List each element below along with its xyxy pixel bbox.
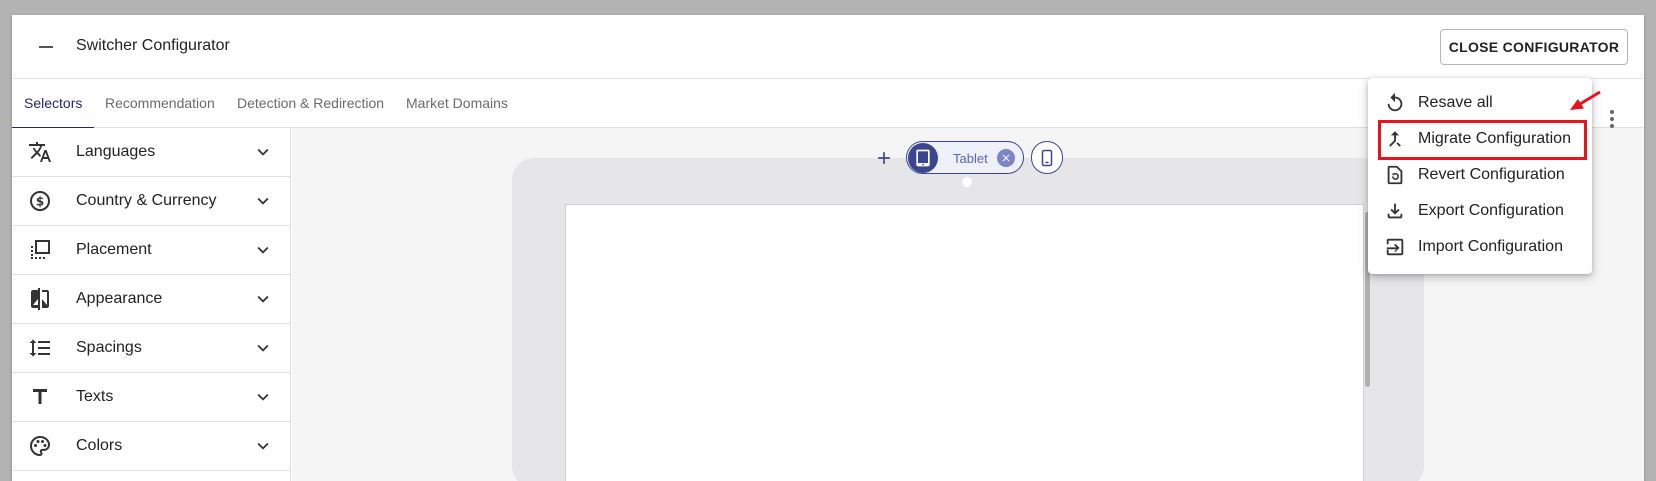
- accordion-appearance[interactable]: Appearance: [12, 275, 290, 324]
- tab-recommendation[interactable]: Recommendation: [105, 79, 215, 128]
- camera-dot: [962, 177, 972, 187]
- chevron-down-icon: [257, 442, 269, 450]
- svg-text:$: $: [36, 195, 44, 209]
- accordion-label: Languages: [76, 143, 156, 160]
- chevron-down-icon: [257, 295, 269, 303]
- options-menu: Resave all Migrate Configuration Revert …: [1368, 78, 1592, 274]
- minimize-icon: [39, 46, 53, 48]
- page-title: Switcher Configurator: [76, 37, 230, 54]
- menu-item-migrate-configuration[interactable]: Migrate Configuration: [1368, 120, 1592, 156]
- device-chip-label: Tablet: [953, 151, 988, 166]
- chevron-down-icon: [257, 148, 269, 156]
- accordion-placement[interactable]: Placement: [12, 226, 290, 275]
- merge-icon: [1389, 131, 1401, 147]
- accordion-colors[interactable]: Colors: [12, 422, 290, 471]
- import-icon: [1386, 238, 1404, 256]
- contrast-icon: [28, 287, 52, 311]
- add-device-icon[interactable]: [874, 148, 894, 168]
- accordion-texts[interactable]: Texts: [12, 373, 290, 422]
- file-restore-icon: [1387, 165, 1403, 185]
- placement-icon: [28, 238, 52, 262]
- menu-item-export-configuration[interactable]: Export Configuration: [1368, 192, 1592, 228]
- menu-item-resave-all[interactable]: Resave all: [1368, 84, 1592, 120]
- menu-item-import-configuration[interactable]: Import Configuration: [1368, 228, 1592, 264]
- accordion-label: Colors: [76, 437, 123, 454]
- configurator-header: Switcher Configurator CLOSE CONFIGURATOR: [12, 15, 1644, 79]
- menu-item-label: Import Configuration: [1418, 238, 1563, 255]
- translate-icon: [28, 140, 52, 164]
- refresh-icon: [1387, 92, 1403, 112]
- close-configurator-button[interactable]: CLOSE CONFIGURATOR: [1440, 29, 1628, 65]
- tablet-icon[interactable]: [908, 143, 938, 173]
- accordion-languages[interactable]: Languages: [12, 128, 290, 177]
- minimize-button[interactable]: [32, 35, 60, 59]
- chevron-down-icon: [257, 344, 269, 352]
- mobile-device-button[interactable]: [1031, 141, 1063, 174]
- chevron-down-icon: [257, 393, 269, 401]
- accordion-label: Placement: [76, 241, 152, 258]
- menu-item-label: Resave all: [1418, 94, 1493, 111]
- accordion-label: Texts: [76, 388, 114, 405]
- tab-market-domains[interactable]: Market Domains: [406, 79, 508, 128]
- more-options-button[interactable]: [1602, 107, 1622, 131]
- accordion-spacings[interactable]: Spacings: [12, 324, 290, 373]
- palette-icon: [28, 434, 52, 458]
- download-icon: [1387, 203, 1403, 219]
- menu-item-label: Export Configuration: [1418, 202, 1564, 219]
- device-chip-tablet: Tablet: [906, 141, 1024, 174]
- chevron-down-icon: [257, 246, 269, 254]
- accordion-label: Country & Currency: [76, 192, 217, 209]
- accordion-country-currency[interactable]: $ Country & Currency: [12, 177, 290, 226]
- menu-item-label: Migrate Configuration: [1418, 130, 1571, 147]
- tablet-preview-screen: [565, 204, 1364, 481]
- chevron-down-icon: [257, 197, 269, 205]
- tab-selectors[interactable]: Selectors: [12, 79, 95, 129]
- selectors-sidebar: Languages $ Country & Currency Placement…: [12, 128, 291, 481]
- menu-item-revert-configuration[interactable]: Revert Configuration: [1368, 156, 1592, 192]
- accordion-label: Spacings: [76, 339, 142, 356]
- close-icon: [1002, 154, 1010, 162]
- accordion-label: Appearance: [76, 290, 163, 307]
- phone-icon: [1041, 149, 1053, 166]
- tab-detection-redirection[interactable]: Detection & Redirection: [237, 79, 384, 128]
- remove-device-button[interactable]: [997, 149, 1015, 167]
- menu-item-label: Revert Configuration: [1418, 166, 1565, 183]
- line-spacing-icon: [28, 336, 52, 360]
- currency-icon: $: [28, 189, 52, 213]
- text-icon: [28, 385, 52, 409]
